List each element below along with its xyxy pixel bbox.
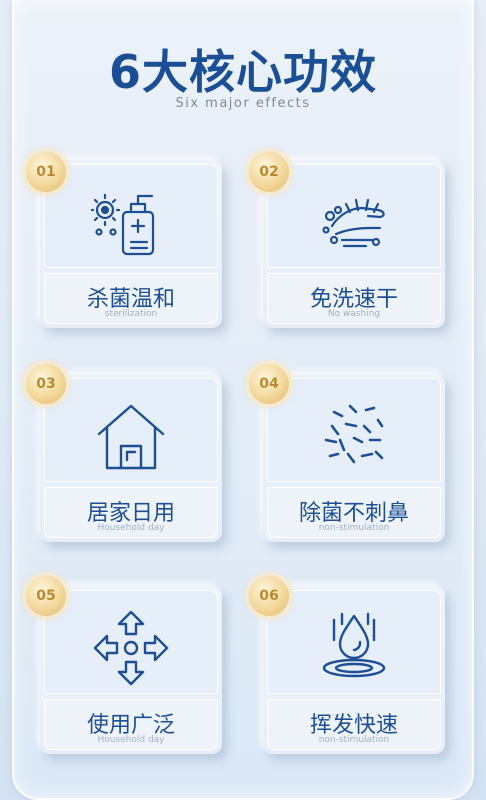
card-label-area: 使用广泛 Household day <box>44 699 218 750</box>
water-drop-icon <box>322 612 386 678</box>
four-arrows-icon <box>93 610 169 686</box>
page-title: 6大核心功效 <box>108 45 377 99</box>
card-label-area: 除菌不刺鼻 non-stimulation <box>267 487 441 538</box>
washing-hands-icon <box>322 198 385 248</box>
effect-card-6: 挥发快速 non-stimulation <box>263 586 445 754</box>
page-background: 6大核心功效 Six major effects 杀菌温和 sterilizat… <box>0 0 486 800</box>
card-icon-area <box>267 378 441 482</box>
effect-card-4: 除菌不刺鼻 non-stimulation <box>263 374 445 542</box>
card-subtitle: sterilization <box>104 309 158 319</box>
card-icon-area <box>44 378 218 482</box>
number-badge-6: 06 <box>249 576 289 616</box>
card-icon-area <box>44 164 218 268</box>
bacteria-icon <box>324 404 384 464</box>
card-subtitle: non-stimulation <box>318 523 390 533</box>
card-icon-area <box>267 590 441 694</box>
page-subtitle: Six major effects <box>175 96 311 111</box>
card-icon-area <box>44 590 218 694</box>
effect-card-5: 使用广泛 Household day <box>40 586 222 754</box>
card-label-area: 免洗速干 No washing <box>267 273 441 324</box>
card-subtitle: No washing <box>327 309 381 319</box>
number-badge-2: 02 <box>249 152 289 192</box>
card-subtitle: Household day <box>97 735 165 745</box>
card-subtitle: non-stimulation <box>318 735 390 745</box>
sanitizer-bottle-icon <box>91 193 155 256</box>
effect-card-1: 杀菌温和 sterilization <box>40 160 222 328</box>
number-badge-3: 03 <box>26 364 66 404</box>
house-icon <box>97 404 165 470</box>
number-badge-1: 01 <box>26 152 66 192</box>
card-label-area: 挥发快速 non-stimulation <box>267 699 441 750</box>
number-badge-5: 05 <box>26 576 66 616</box>
number-badge-4: 04 <box>249 364 289 404</box>
card-icon-area <box>267 164 441 268</box>
effect-card-3: 居家日用 Household day <box>40 374 222 542</box>
effect-card-2: 免洗速干 No washing <box>263 160 445 328</box>
card-subtitle: Household day <box>97 523 165 533</box>
card-label-area: 居家日用 Household day <box>44 487 218 538</box>
card-label-area: 杀菌温和 sterilization <box>44 273 218 324</box>
